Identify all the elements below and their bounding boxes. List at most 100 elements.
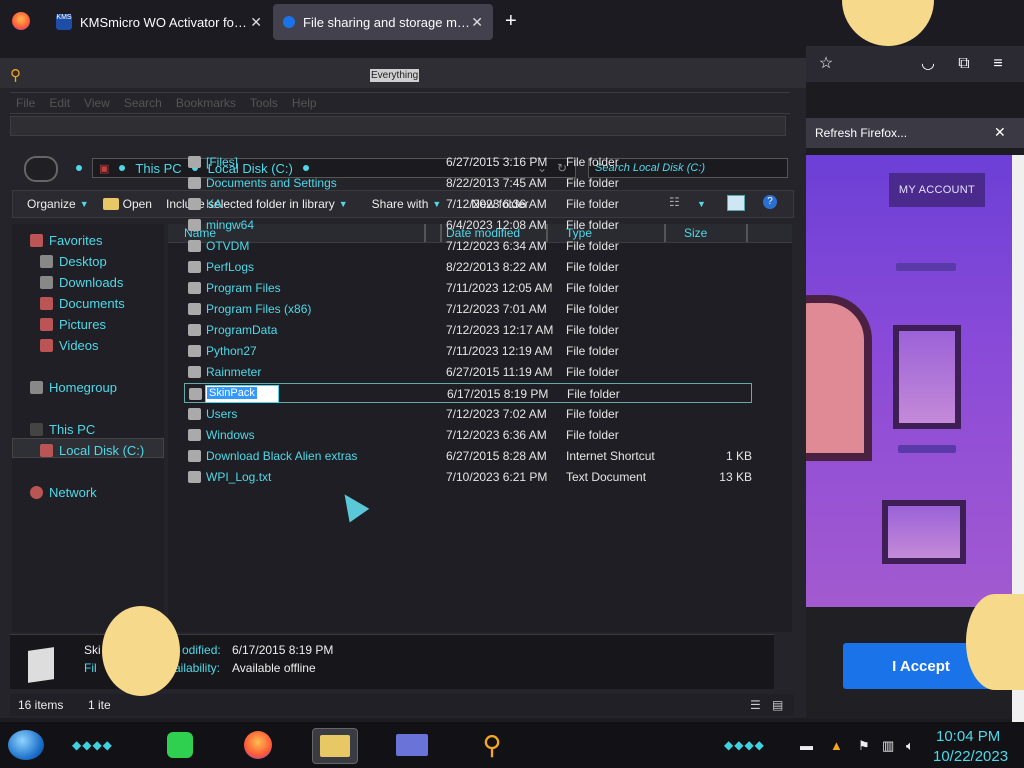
menu-search[interactable]: Search <box>124 96 162 110</box>
file-row[interactable]: Download Black Alien extras 6/27/2015 8:2… <box>184 446 752 466</box>
tab-label: File sharing and storage made s <box>303 14 472 30</box>
nav-downloads[interactable]: Downloads <box>40 275 123 290</box>
file-row[interactable]: Program Files (x86) 7/12/2023 7:01 AM File… <box>184 299 752 319</box>
nav-desktop[interactable]: Desktop <box>40 254 107 269</box>
details-availability-label: ailability: <box>174 661 221 675</box>
tab-kmsmicro[interactable]: KMS KMSmicro WO Activator for off ✕ <box>46 0 272 44</box>
file-row[interactable]: SkinPack 6/17/2015 8:19 PM File folder <box>184 383 752 403</box>
file-date: 6/4/2023 12:08 AM <box>446 218 547 232</box>
picture-frame-moon <box>893 325 961 429</box>
nav-homegroup[interactable]: Homegroup <box>30 380 117 395</box>
menu-tools[interactable]: Tools <box>250 96 278 110</box>
file-row[interactable]: Windows 7/12/2023 6:36 AM File folder <box>184 425 752 445</box>
my-account-button[interactable]: MY ACCOUNT <box>889 173 985 207</box>
folder-icon <box>188 408 201 420</box>
details-view-icon[interactable]: ☰ <box>750 698 761 712</box>
file-row[interactable]: Users 7/12/2023 7:02 AM File folder <box>184 404 752 424</box>
nav-label: Pictures <box>59 317 106 332</box>
file-date: 7/12/2023 7:02 AM <box>446 407 547 421</box>
file-row[interactable]: OTVDM 7/12/2023 6:34 AM File folder <box>184 236 752 256</box>
volume-icon[interactable]: 🔈︎ <box>906 738 914 754</box>
pocket-icon[interactable]: ◡ <box>918 54 938 74</box>
menu-view[interactable]: View <box>84 96 110 110</box>
nav-label: Network <box>49 485 97 500</box>
clock-time[interactable]: 10:04 PM <box>936 728 1000 745</box>
tab-file-sharing[interactable]: File sharing and storage made s ✕ <box>273 4 493 40</box>
taskbar-notes-app[interactable] <box>158 728 202 762</box>
large-icons-view-icon[interactable]: ▤ <box>772 698 783 712</box>
close-icon[interactable]: ✕ <box>994 124 1006 141</box>
clock-date[interactable]: 10/22/2023 <box>933 748 1008 765</box>
file-date: 6/27/2015 3:16 PM <box>446 155 548 169</box>
site-favicon-icon <box>283 16 295 28</box>
start-button[interactable] <box>8 730 44 760</box>
selected-count: 1 ite <box>88 698 111 712</box>
videos-icon <box>40 339 53 352</box>
file-row[interactable]: Documents and Settings 8/22/2013 7:45 AM F… <box>184 173 752 193</box>
firefox-menu-icon[interactable] <box>12 12 30 30</box>
breadcrumb-this-pc[interactable]: This PC <box>135 161 181 176</box>
file-size: 1 KB <box>725 449 752 463</box>
organize-button[interactable]: Organize ▼ <box>27 197 89 211</box>
nav-label: Desktop <box>59 254 107 269</box>
extensions-icon[interactable]: ⧉ <box>954 54 974 74</box>
new-tab-button[interactable]: + <box>505 10 517 33</box>
file-row[interactable]: Python27 7/11/2023 12:19 AM File folder <box>184 341 752 361</box>
file-type: File folder <box>566 176 619 190</box>
file-row[interactable]: [Files] 6/27/2015 3:16 PM File folder <box>184 152 752 172</box>
taskbar-everything[interactable]: ⚲ <box>470 728 514 762</box>
menu-edit[interactable]: Edit <box>49 96 70 110</box>
help-icon[interactable]: ? <box>763 195 777 209</box>
file-row[interactable]: Program Files 7/11/2023 12:05 AM File fold… <box>184 278 752 298</box>
firefox-icon <box>244 731 272 759</box>
menu-file[interactable]: File <box>16 96 35 110</box>
window-icon <box>396 734 428 756</box>
file-row[interactable]: mingw64 6/4/2023 12:08 AM File folder <box>184 215 752 235</box>
file-row[interactable]: ProgramData 7/12/2023 12:17 AM File folder <box>184 320 752 340</box>
nav-this-pc[interactable]: This PC <box>30 422 95 437</box>
taskbar-firefox[interactable] <box>236 728 280 762</box>
menu-help[interactable]: Help <box>292 96 317 110</box>
tray-overflow-icon[interactable]: ▬ <box>800 738 813 753</box>
file-thumbnail-icon <box>28 647 54 683</box>
file-type: File folder <box>566 260 619 274</box>
taskbar-window-app[interactable] <box>390 728 434 762</box>
close-icon[interactable]: ✕ <box>250 14 262 31</box>
nav-pictures[interactable]: Pictures <box>40 317 106 332</box>
refresh-firefox-label[interactable]: Refresh Firefox... <box>815 126 907 140</box>
folder-icon <box>102 198 119 210</box>
nav-videos[interactable]: Videos <box>40 338 99 353</box>
file-date: 7/12/2023 12:17 AM <box>446 323 554 337</box>
taskbar-explorer[interactable] <box>312 728 358 764</box>
everything-search-icon[interactable]: ⚲ <box>10 66 21 84</box>
file-date: 7/12/2023 6:36 AM <box>446 428 547 442</box>
rename-input[interactable]: SkinPack <box>205 385 279 403</box>
desktop-icon <box>40 255 53 268</box>
file-date: 8/22/2013 7:45 AM <box>446 176 547 190</box>
nav-label: Downloads <box>59 275 124 290</box>
network-icon[interactable]: ▥ <box>882 738 894 754</box>
tray-app-icon[interactable]: ▲ <box>830 738 843 753</box>
folder-icon <box>189 388 202 400</box>
file-date: 7/11/2023 12:05 AM <box>446 281 553 295</box>
file-row[interactable]: KA 7/12/2023 6:36 AM File folder <box>184 194 752 214</box>
nav-favorites[interactable]: Favorites <box>30 233 102 248</box>
open-button[interactable]: Open <box>102 197 152 211</box>
file-row[interactable]: PerfLogs 8/22/2013 8:22 AM File folder <box>184 257 752 277</box>
hamburger-menu-icon[interactable]: ≡ <box>988 54 1008 74</box>
file-name: ProgramData <box>206 323 278 337</box>
back-forward-icon[interactable] <box>24 156 58 182</box>
menu-bookmarks[interactable]: Bookmarks <box>176 96 236 110</box>
nav-documents[interactable]: Documents <box>40 296 125 311</box>
flag-icon[interactable]: ⚑ <box>858 738 870 754</box>
file-name: WPI_Log.txt <box>206 470 272 484</box>
close-icon[interactable]: ✕ <box>471 14 483 31</box>
file-row[interactable]: WPI_Log.txt 7/10/2023 6:21 PM Text Documen… <box>184 467 752 487</box>
file-row[interactable]: Rainmeter 6/27/2015 11:19 AM File folder <box>184 362 752 382</box>
nav-network[interactable]: Network <box>30 485 97 500</box>
nav-local-disk[interactable]: Local Disk (C:) <box>40 443 144 458</box>
folder-glyph-icon: ▣ <box>99 162 110 175</box>
kms-favicon-icon: KMS <box>56 14 72 30</box>
taskbar: ◆◆◆◆ ⚲ ◆◆◆◆ ▬ ▲ ⚑ ▥ 🔈︎ 10:04 PM 10/22/20… <box>0 722 1024 768</box>
bookmark-star-icon[interactable]: ☆ <box>816 54 836 74</box>
